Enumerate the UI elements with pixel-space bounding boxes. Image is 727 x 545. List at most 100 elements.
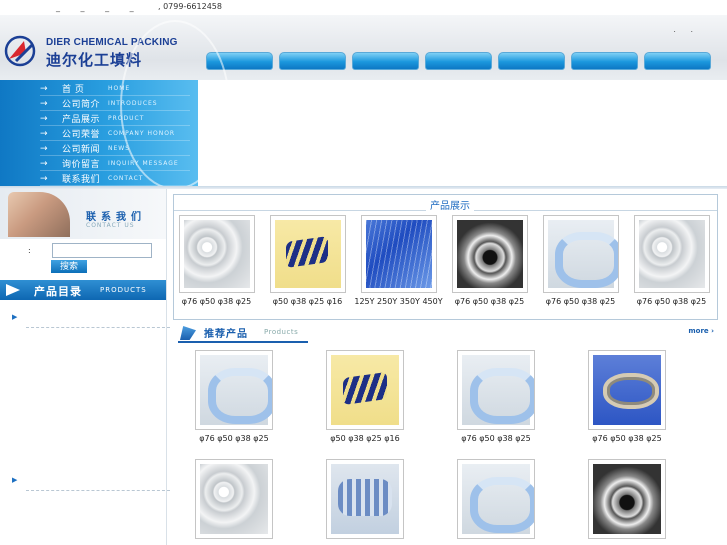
product-card[interactable]: φ76 φ50 φ38 φ25 <box>184 350 284 443</box>
recommend-title: 推荐产品 <box>204 329 248 340</box>
product-image[interactable] <box>588 350 666 430</box>
top-links[interactable]: _ _ _ _ <box>56 3 143 12</box>
menu-item-home[interactable]: → 首 页 HOME <box>40 82 190 96</box>
triangle-icon: ▶ <box>12 313 18 321</box>
nav-tab[interactable] <box>644 52 711 70</box>
arrow-icon: → <box>40 83 48 94</box>
menu-item-contact[interactable]: → 联系我们 CONTACT <box>40 172 190 186</box>
product-card[interactable]: φ76 φ50 φ38 φ25 <box>626 215 717 306</box>
product-caption[interactable]: φ76 φ50 φ38 φ25 <box>577 434 677 443</box>
menu-label: 公司荣誉 <box>62 130 101 140</box>
top-nav <box>206 52 711 70</box>
contact-subtitle: CONTACT US <box>86 222 135 229</box>
product-photo <box>456 220 523 288</box>
search-area: : 搜索 <box>0 240 166 278</box>
product-image[interactable] <box>588 459 666 539</box>
search-button[interactable]: 搜索 <box>51 260 87 273</box>
recommend-title-en: Products <box>264 328 299 336</box>
product-card[interactable] <box>446 459 546 543</box>
product-image[interactable] <box>633 215 710 293</box>
product-card[interactable]: φ50 φ3 <box>717 215 718 306</box>
product-photo <box>331 355 399 425</box>
menu-item-introduces[interactable]: → 公司简介 INTRODUCES <box>40 97 190 111</box>
product-photo <box>200 464 268 534</box>
product-photo <box>183 220 250 288</box>
product-caption[interactable]: φ50 φ38 φ25 φ16 <box>262 297 353 306</box>
product-caption[interactable]: φ76 φ50 φ38 φ25 <box>444 297 535 306</box>
top-bar: _ _ _ _ , 0799-6612458 <box>0 0 727 15</box>
search-input[interactable] <box>52 243 152 258</box>
dashed-divider <box>26 327 170 328</box>
product-caption[interactable]: φ76 φ50 φ38 φ25 <box>174 297 262 306</box>
catalog-title-en: PRODUCTS <box>100 286 147 294</box>
nav-tab[interactable] <box>352 52 419 70</box>
product-caption[interactable]: φ50 φ3 <box>717 297 718 306</box>
contact-box[interactable]: 联系我们 CONTACT US <box>0 189 166 239</box>
product-card[interactable] <box>315 459 415 543</box>
product-caption[interactable]: φ76 φ50 φ38 φ25 <box>535 297 626 306</box>
product-image[interactable] <box>326 350 404 430</box>
product-caption[interactable]: φ76 φ50 φ38 φ25 <box>626 297 717 306</box>
menu-item-honor[interactable]: → 公司荣誉 COMPANY HONOR <box>40 127 190 141</box>
product-caption[interactable]: φ50 φ38 φ25 φ16 <box>315 434 415 443</box>
nav-tab[interactable] <box>571 52 638 70</box>
product-image[interactable] <box>451 215 528 293</box>
menu-item-product[interactable]: → 产品展示 PRODUCT <box>40 112 190 126</box>
nav-tab[interactable] <box>425 52 492 70</box>
category-item[interactable]: ▶ <box>12 312 170 328</box>
product-photo <box>593 355 661 425</box>
menu-item-inquiry[interactable]: → 询价留言 INQUIRY MESSAGE <box>40 157 190 171</box>
product-photo <box>462 355 534 425</box>
arrow-icon: → <box>40 158 48 169</box>
product-card[interactable]: φ76 φ50 φ38 φ25 <box>444 215 535 306</box>
product-image[interactable] <box>269 215 346 293</box>
menu-label-en: INTRODUCES <box>108 100 158 107</box>
arrow-icon: → <box>40 143 48 154</box>
menu-label: 询价留言 <box>62 160 101 170</box>
product-photo <box>274 220 341 288</box>
product-image[interactable] <box>457 350 535 430</box>
showcase-strip: φ76 φ50 φ38 φ25 φ50 φ38 φ25 φ16 125Y 250Y … <box>174 215 718 306</box>
nav-tab[interactable] <box>279 52 346 70</box>
showcase-title: 产品展示 <box>426 197 474 212</box>
product-caption[interactable]: 125Y 250Y 350Y 450Y <box>353 297 444 306</box>
header-links[interactable]: . . <box>673 25 699 34</box>
product-showcase: 产品展示 φ76 φ50 φ38 φ25 φ50 φ38 φ25 φ16 125Y … <box>173 194 718 320</box>
product-image[interactable] <box>326 459 404 539</box>
arrow-icon: → <box>40 98 48 109</box>
product-card[interactable]: φ50 φ38 φ25 φ16 <box>262 215 353 306</box>
product-image[interactable] <box>360 215 437 293</box>
page: _ _ _ _ , 0799-6612458 . . DIER CHEMICAL… <box>0 0 727 545</box>
more-link[interactable]: more › <box>688 327 714 335</box>
product-photo <box>547 220 618 288</box>
product-caption[interactable]: φ76 φ50 φ38 φ25 <box>446 434 546 443</box>
product-image[interactable] <box>457 459 535 539</box>
product-card[interactable]: 125Y 250Y 350Y 450Y <box>353 215 444 306</box>
nav-tab[interactable] <box>498 52 565 70</box>
product-image[interactable] <box>195 459 273 539</box>
recommend-header: 推荐产品 Products more › <box>178 322 718 344</box>
product-photo <box>331 464 399 534</box>
menu-label: 公司简介 <box>62 100 101 110</box>
menu-label-en: CONTACT <box>108 175 144 182</box>
menu-label: 首 页 <box>62 85 85 95</box>
main-menu: → 首 页 HOME → 公司简介 INTRODUCES → 产品展示 PROD… <box>0 20 230 190</box>
menu-item-news[interactable]: → 公司新闻 NEWS <box>40 142 190 156</box>
product-image[interactable] <box>178 215 255 293</box>
arrow-icon: → <box>40 128 48 139</box>
product-card[interactable]: φ76 φ50 φ38 φ25 <box>535 215 626 306</box>
product-card[interactable] <box>577 459 677 543</box>
triangle-icon: ▶ <box>12 476 18 484</box>
product-card[interactable]: φ50 φ38 φ25 φ16 <box>315 350 415 443</box>
product-image[interactable] <box>542 215 619 293</box>
product-card[interactable]: φ76 φ50 φ38 φ25 <box>446 350 546 443</box>
product-card[interactable]: φ76 φ50 φ38 φ25 <box>174 215 262 306</box>
menu-label-en: INQUIRY MESSAGE <box>108 160 179 167</box>
product-image[interactable] <box>195 350 273 430</box>
category-item[interactable]: ▶ <box>12 475 170 491</box>
operator-photo <box>8 192 70 237</box>
product-card[interactable]: φ76 φ50 φ38 φ25 <box>577 350 677 443</box>
logo-icon <box>4 35 36 67</box>
product-card[interactable] <box>184 459 284 543</box>
product-caption[interactable]: φ76 φ50 φ38 φ25 <box>184 434 284 443</box>
